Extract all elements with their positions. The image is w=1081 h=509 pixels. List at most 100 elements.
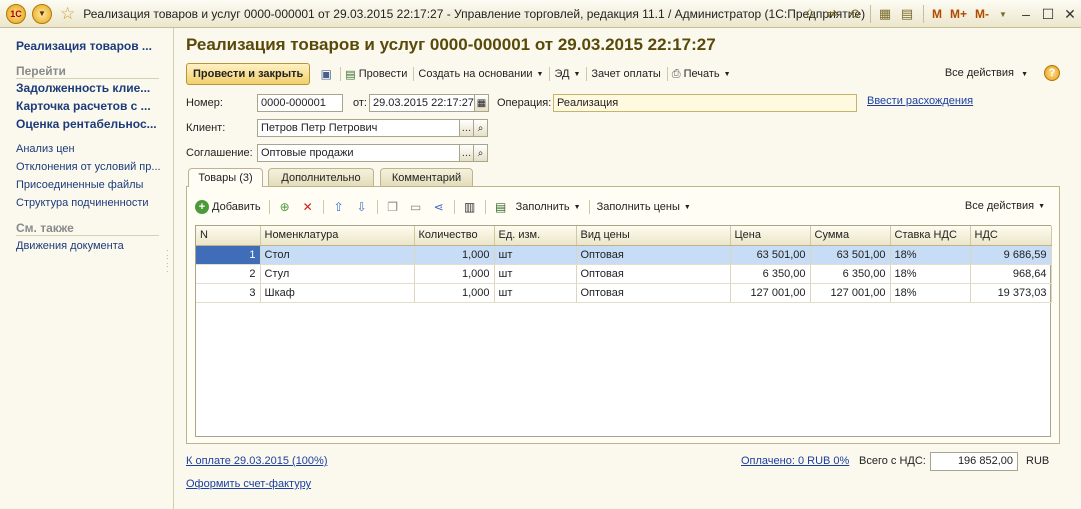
cell-price-type[interactable]: Оптовая <box>576 245 731 265</box>
client-input[interactable]: Петров Петр Петрович <box>257 119 460 137</box>
column-header-sum[interactable]: Сумма <box>810 226 891 246</box>
menu-caret-icon[interactable]: ▼ <box>993 4 1013 24</box>
ed-button[interactable]: ЭД ▼ <box>554 68 580 80</box>
cell-price-type[interactable]: Оптовая <box>576 264 731 284</box>
link-icon[interactable]: ⇌ <box>822 4 842 24</box>
split-icon[interactable]: ⋖ <box>431 199 447 215</box>
column-header-price[interactable]: Цена <box>730 226 811 246</box>
cell-n[interactable]: 1 <box>196 245 261 265</box>
nav-current-document[interactable]: Реализация товаров ... <box>16 39 152 53</box>
nav-link-deviations[interactable]: Отклонения от условий пр... <box>16 161 161 173</box>
calendar-picker-icon[interactable]: ▦ <box>474 94 489 112</box>
agreement-open-search-icon[interactable]: ⌕ <box>473 144 488 162</box>
copy-row-icon[interactable]: ⊕ <box>277 199 293 215</box>
column-header-n[interactable]: N <box>196 226 261 246</box>
cell-nomenclature[interactable]: Стул <box>260 264 415 284</box>
panel-resize-grip[interactable]: ⁚ ⁚ ⁚ <box>166 250 169 274</box>
create-invoice-link[interactable]: Оформить счет-фактуру <box>186 478 311 490</box>
move-down-icon[interactable]: ⇩ <box>354 199 370 215</box>
barcode-icon[interactable]: ▥ <box>462 199 478 215</box>
print-button[interactable]: ⎙ Печать ▼ <box>672 68 731 81</box>
cell-unit[interactable]: шт <box>494 264 577 284</box>
add-favorite-icon[interactable]: ✩ <box>800 4 820 24</box>
cell-vat[interactable]: 19 373,03 <box>970 283 1052 303</box>
close-button[interactable]: ✕ <box>1059 4 1081 24</box>
calendar-icon[interactable]: ▤ <box>897 4 917 24</box>
cell-n[interactable]: 3 <box>196 283 261 303</box>
tab-comment[interactable]: Комментарий <box>380 168 473 186</box>
cell-sum[interactable]: 6 350,00 <box>810 264 891 284</box>
operation-input[interactable]: Реализация <box>553 94 857 112</box>
payment-offset-button[interactable]: Зачет оплаты <box>591 68 660 80</box>
history-icon[interactable]: ⟲ <box>844 4 864 24</box>
post-and-close-button[interactable]: Провести и закрыть <box>186 63 311 85</box>
paste-icon[interactable]: ▭ <box>408 199 424 215</box>
minimize-button[interactable]: – <box>1015 4 1037 24</box>
cell-nomenclature[interactable]: Шкаф <box>260 283 415 303</box>
column-header-quantity[interactable]: Количество <box>414 226 495 246</box>
maximize-button[interactable]: ☐ <box>1037 4 1059 24</box>
tab-additional[interactable]: Дополнительно <box>268 168 374 186</box>
memory-plus-button[interactable]: M+ <box>950 7 967 21</box>
nav-item-settlement-card[interactable]: Карточка расчетов с ... <box>16 99 151 113</box>
cell-unit[interactable]: шт <box>494 245 577 265</box>
goods-all-actions-button[interactable]: Все действия ▼ <box>965 200 1045 212</box>
nav-item-profitability[interactable]: Оценка рентабельнос... <box>16 117 157 131</box>
delete-row-icon[interactable]: ✕ <box>300 199 316 215</box>
agreement-select-button[interactable]: … <box>459 144 474 162</box>
post-button[interactable]: ▤ Провести <box>345 68 407 81</box>
nav-link-structure[interactable]: Структура подчиненности <box>16 197 149 209</box>
calculator-icon[interactable]: ▦ <box>875 4 895 24</box>
cell-vat-rate[interactable]: 18% <box>890 245 971 265</box>
pick-list-icon[interactable]: ▤ <box>493 199 509 215</box>
cell-sum[interactable]: 63 501,00 <box>810 245 891 265</box>
fill-button[interactable]: Заполнить ▼ <box>516 201 581 213</box>
cell-quantity[interactable]: 1,000 <box>414 264 495 284</box>
column-header-price-type[interactable]: Вид цены <box>576 226 731 246</box>
main-menu-icon[interactable]: ▼ <box>32 3 52 24</box>
favorites-star-icon[interactable]: ☆ <box>60 4 75 24</box>
column-header-unit[interactable]: Ед. изм. <box>494 226 577 246</box>
cell-n[interactable]: 2 <box>196 264 261 284</box>
nav-link-attached-files[interactable]: Присоединенные файлы <box>16 179 143 191</box>
app-logo-icon[interactable]: 1С <box>6 3 26 24</box>
copy-icon[interactable]: ❐ <box>385 199 401 215</box>
cell-sum[interactable]: 127 001,00 <box>810 283 891 303</box>
save-icon[interactable]: ▣ <box>318 66 334 82</box>
nav-link-document-movements[interactable]: Движения документа <box>16 240 124 252</box>
memory-button[interactable]: M <box>932 7 942 21</box>
cell-quantity[interactable]: 1,000 <box>414 283 495 303</box>
table-row[interactable]: 2 Стул 1,000 шт Оптовая 6 350,00 6 350,0… <box>196 264 1052 284</box>
cell-vat[interactable]: 9 686,59 <box>970 245 1052 265</box>
nav-link-price-analysis[interactable]: Анализ цен <box>16 143 75 155</box>
goods-table[interactable]: N Номенклатура Количество Ед. изм. Вид ц… <box>195 225 1052 437</box>
help-icon[interactable]: ? <box>1044 65 1060 81</box>
agreement-input[interactable]: Оптовые продажи <box>257 144 460 162</box>
tab-goods[interactable]: Товары (3) <box>188 168 263 187</box>
paid-link[interactable]: Оплачено: 0 RUB 0% <box>741 455 849 467</box>
cell-quantity[interactable]: 1,000 <box>414 245 495 265</box>
cell-nomenclature[interactable]: Стол <box>260 245 415 265</box>
enter-discrepancies-link[interactable]: Ввести расхождения <box>867 95 973 107</box>
client-select-button[interactable]: … <box>459 119 474 137</box>
create-based-on-button[interactable]: Создать на основании ▼ <box>418 68 543 80</box>
table-row[interactable]: 1 Стол 1,000 шт Оптовая 63 501,00 63 501… <box>196 245 1052 265</box>
fill-prices-button[interactable]: Заполнить цены ▼ <box>597 201 691 213</box>
client-open-search-icon[interactable]: ⌕ <box>473 119 488 137</box>
all-actions-button[interactable]: Все действия ▼ <box>945 67 1028 79</box>
move-up-icon[interactable]: ⇧ <box>331 199 347 215</box>
cell-price[interactable]: 63 501,00 <box>730 245 811 265</box>
column-header-vat[interactable]: НДС <box>970 226 1052 246</box>
cell-price[interactable]: 127 001,00 <box>730 283 811 303</box>
cell-price-type[interactable]: Оптовая <box>576 283 731 303</box>
table-row[interactable]: 3 Шкаф 1,000 шт Оптовая 127 001,00 127 0… <box>196 283 1052 303</box>
date-input[interactable]: 29.03.2015 22:17:27 <box>369 94 475 112</box>
payment-schedule-link[interactable]: К оплате 29.03.2015 (100%) <box>186 455 328 467</box>
nav-item-debt[interactable]: Задолженность клие... <box>16 81 150 95</box>
column-header-nomenclature[interactable]: Номенклатура <box>260 226 415 246</box>
cell-vat-rate[interactable]: 18% <box>890 283 971 303</box>
column-header-vat-rate[interactable]: Ставка НДС <box>890 226 971 246</box>
cell-price[interactable]: 6 350,00 <box>730 264 811 284</box>
add-row-button[interactable]: + Добавить <box>195 200 261 214</box>
cell-vat-rate[interactable]: 18% <box>890 264 971 284</box>
